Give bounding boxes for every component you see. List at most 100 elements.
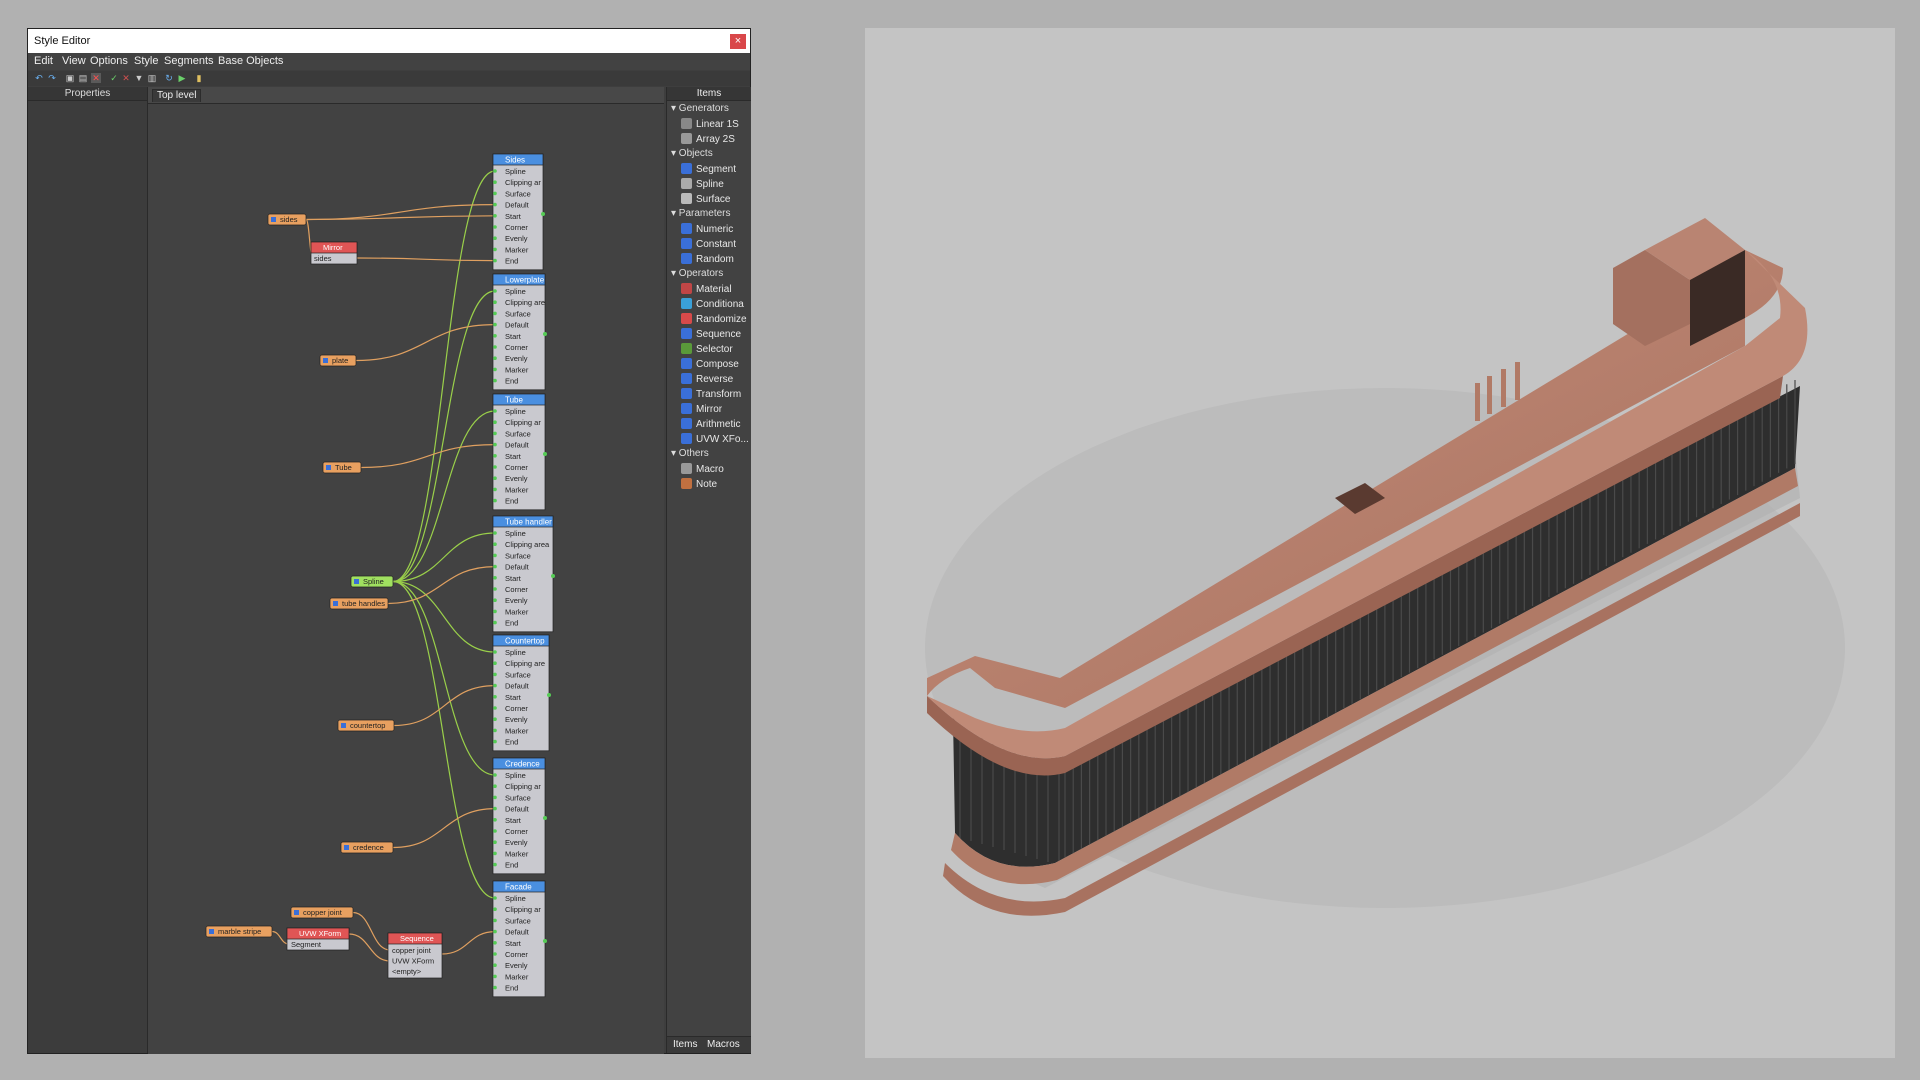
port-dot[interactable] xyxy=(493,289,497,293)
port-dot[interactable] xyxy=(493,795,497,800)
material-node-tube-handles[interactable]: tube handles xyxy=(329,597,389,610)
port-dot[interactable] xyxy=(493,840,497,844)
port-dot[interactable] xyxy=(493,661,497,665)
segment-node-tube[interactable]: Tube Spline Clipping ar Surface Default Start… xyxy=(492,393,547,511)
output-port[interactable] xyxy=(543,332,547,336)
item-randomize[interactable]: Randomize xyxy=(681,313,747,325)
item-material[interactable]: Material xyxy=(681,283,732,295)
port-dot[interactable] xyxy=(493,191,497,196)
uvw-xform-node[interactable]: UVW XForm Segment xyxy=(286,927,350,951)
item-mirror[interactable]: Mirror xyxy=(681,403,722,415)
item-macro[interactable]: Macro xyxy=(681,463,724,475)
item-array-2s[interactable]: Array 2S xyxy=(681,133,735,145)
item-constant[interactable]: Constant xyxy=(681,238,736,250)
port-dot[interactable] xyxy=(493,202,497,207)
port-dot[interactable] xyxy=(493,717,497,721)
segment-node-countertop[interactable]: Countertop Spline Clipping are Surface Defau… xyxy=(492,634,551,752)
port-dot[interactable] xyxy=(493,851,497,856)
output-port[interactable] xyxy=(543,816,547,820)
category-operators[interactable]: ▾ Operators xyxy=(671,268,723,279)
port-dot[interactable] xyxy=(493,454,497,458)
tab-items[interactable]: Items xyxy=(673,1039,697,1050)
item-spline[interactable]: Spline xyxy=(681,178,724,190)
item-conditiona[interactable]: Conditiona xyxy=(681,298,744,310)
item-random[interactable]: Random xyxy=(681,253,734,265)
tab-macros[interactable]: Macros xyxy=(707,1039,740,1050)
check-icon[interactable]: ✓ xyxy=(109,73,119,83)
port-dot[interactable] xyxy=(493,465,497,469)
export-icon[interactable]: ▶ xyxy=(177,73,187,83)
item-compose[interactable]: Compose xyxy=(681,358,739,370)
port-dot[interactable] xyxy=(493,620,497,625)
menu-edit[interactable]: Edit xyxy=(34,53,53,70)
port-dot[interactable] xyxy=(493,706,497,710)
paste-icon[interactable]: ▤ xyxy=(78,73,88,83)
material-node-credence[interactable]: credence xyxy=(340,841,394,854)
material-node-plate[interactable]: plate xyxy=(319,354,357,367)
output-port[interactable] xyxy=(547,693,551,697)
menu-options[interactable]: Options xyxy=(90,53,128,70)
port-dot[interactable] xyxy=(493,907,497,911)
filter-icon[interactable]: ▼ xyxy=(134,73,144,83)
material-node-tube[interactable]: Tube xyxy=(322,461,362,474)
copy-icon[interactable]: ▣ xyxy=(65,73,75,83)
menu-style[interactable]: Style xyxy=(134,53,158,70)
port-dot[interactable] xyxy=(493,672,497,677)
cancel-icon[interactable]: ✕ xyxy=(121,73,131,83)
port-dot[interactable] xyxy=(493,784,497,788)
port-dot[interactable] xyxy=(493,773,497,777)
item-sequence[interactable]: Sequence xyxy=(681,328,741,340)
undo-icon[interactable]: ↶ xyxy=(34,73,44,83)
item-segment[interactable]: Segment xyxy=(681,163,736,175)
segment-node-credence[interactable]: Credence Spline Clipping ar Surface Default S… xyxy=(492,757,547,875)
port-dot[interactable] xyxy=(493,258,497,263)
item-arithmetic[interactable]: Arithmetic xyxy=(681,418,740,430)
port-dot[interactable] xyxy=(493,818,497,822)
port-dot[interactable] xyxy=(493,180,497,184)
trash-icon[interactable]: ▥ xyxy=(147,73,157,83)
port-dot[interactable] xyxy=(493,695,497,699)
port-dot[interactable] xyxy=(493,553,497,558)
port-dot[interactable] xyxy=(493,169,497,173)
refresh-icon[interactable]: ↻ xyxy=(164,73,174,83)
item-surface[interactable]: Surface xyxy=(681,193,730,205)
segment-node-tube-handler[interactable]: Tube handler Spline Clipping area Surface De… xyxy=(492,515,555,633)
port-dot[interactable] xyxy=(493,598,497,602)
output-port[interactable] xyxy=(551,574,555,578)
port-dot[interactable] xyxy=(493,487,497,492)
mirror-node[interactable]: Mirror sides xyxy=(310,241,358,265)
port-dot[interactable] xyxy=(493,941,497,945)
port-dot[interactable] xyxy=(493,985,497,990)
port-dot[interactable] xyxy=(493,214,497,218)
item-linear-1s[interactable]: Linear 1S xyxy=(681,118,739,130)
port-dot[interactable] xyxy=(493,531,497,535)
port-dot[interactable] xyxy=(493,587,497,591)
category-parameters[interactable]: ▾ Parameters xyxy=(671,208,730,219)
port-dot[interactable] xyxy=(493,609,497,614)
port-dot[interactable] xyxy=(493,862,497,867)
port-dot[interactable] xyxy=(493,829,497,833)
item-transform[interactable]: Transform xyxy=(681,388,741,400)
port-dot[interactable] xyxy=(493,896,497,900)
output-port[interactable] xyxy=(541,212,545,216)
redo-icon[interactable]: ↷ xyxy=(47,73,57,83)
delete-icon[interactable]: ✕ xyxy=(91,73,101,83)
port-dot[interactable] xyxy=(493,929,497,934)
port-dot[interactable] xyxy=(493,442,497,447)
menu-base-objects[interactable]: Base Objects xyxy=(218,53,283,70)
port-dot[interactable] xyxy=(493,739,497,744)
port-dot[interactable] xyxy=(493,576,497,580)
spline-node[interactable]: Spline xyxy=(350,575,394,588)
output-port[interactable] xyxy=(543,939,547,943)
port-dot[interactable] xyxy=(493,236,497,240)
sequence-node[interactable]: Sequence copper joint UVW XForm<empty> xyxy=(387,932,443,979)
book-icon[interactable]: ▮ xyxy=(194,73,204,83)
item-selector[interactable]: Selector xyxy=(681,343,733,355)
material-node-sides[interactable]: sides xyxy=(267,213,307,226)
port-dot[interactable] xyxy=(493,974,497,979)
node-graph[interactable]: Sides Spline Clipping ar Surface Default Star… xyxy=(148,103,664,1054)
port-dot[interactable] xyxy=(493,498,497,503)
port-dot[interactable] xyxy=(493,334,497,338)
output-port[interactable] xyxy=(543,452,547,456)
material-node-marble-stripe[interactable]: marble stripe xyxy=(205,925,273,938)
